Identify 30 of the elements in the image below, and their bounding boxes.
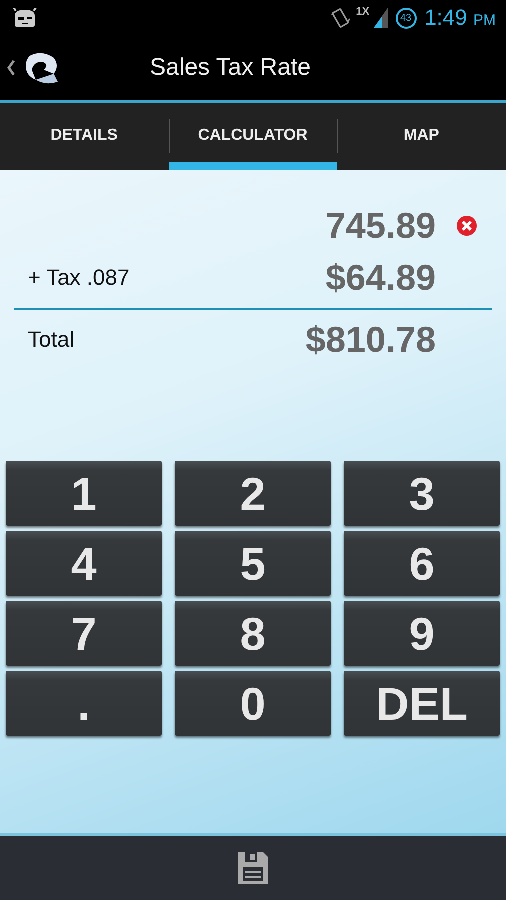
clear-icon[interactable]: [456, 215, 478, 237]
clock-time: 1:49 PM: [424, 5, 496, 31]
keypad-key[interactable]: DEL: [344, 671, 500, 736]
back-icon[interactable]: [6, 59, 16, 77]
tab[interactable]: DETAILS: [0, 103, 169, 170]
keypad-key[interactable]: 5: [175, 531, 331, 596]
total-value: $810.78: [306, 319, 436, 361]
robot-icon: [12, 8, 38, 28]
keypad-key[interactable]: 7: [6, 601, 162, 666]
vibrate-icon: [330, 7, 352, 29]
total-label: Total: [28, 327, 74, 353]
app-logo[interactable]: [24, 52, 60, 84]
tax-label: + Tax .087: [28, 265, 130, 291]
keypad-key[interactable]: 1: [6, 461, 162, 526]
keypad-key[interactable]: 2: [175, 461, 331, 526]
keypad-key[interactable]: 3: [344, 461, 500, 526]
signal-icon: [374, 8, 388, 28]
keypad-key[interactable]: 4: [6, 531, 162, 596]
tax-value: $64.89: [326, 257, 436, 299]
save-icon[interactable]: [237, 851, 269, 885]
amount-value: 745.89: [326, 205, 436, 247]
keypad-key[interactable]: 0: [175, 671, 331, 736]
keypad-key[interactable]: .: [6, 671, 162, 736]
network-label: 1X: [356, 6, 370, 18]
screen-title: Sales Tax Rate: [150, 54, 311, 82]
tab[interactable]: MAP: [337, 103, 506, 170]
battery-indicator: 43: [396, 8, 417, 28]
keypad-key[interactable]: 8: [175, 601, 331, 666]
keypad-key[interactable]: 6: [344, 531, 500, 596]
keypad-key[interactable]: 9: [344, 601, 500, 666]
